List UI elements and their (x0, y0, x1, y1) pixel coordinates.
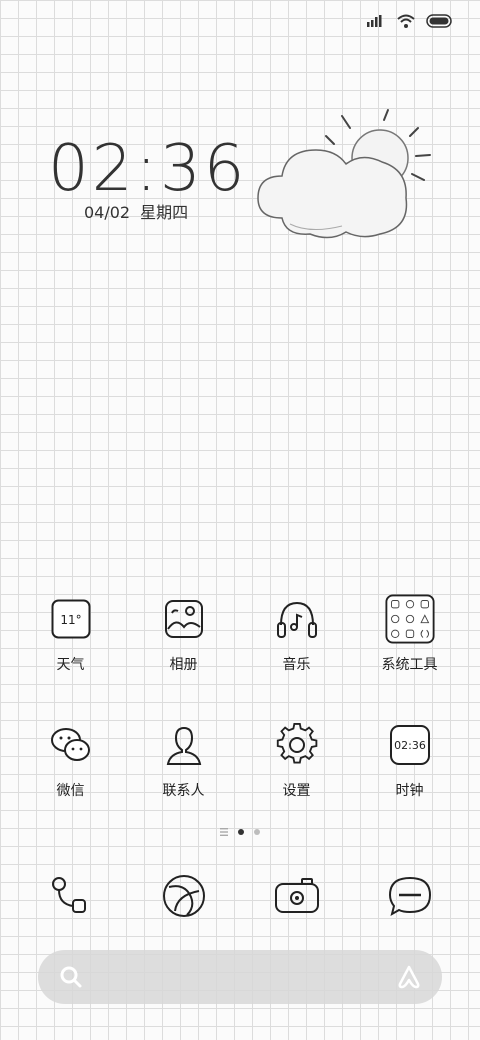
browser-icon (156, 868, 212, 924)
app-label: 微信 (56, 783, 85, 799)
app-wechat[interactable]: 微信 (14, 720, 127, 800)
app-label: 音乐 (282, 657, 311, 673)
signal-icon (367, 15, 382, 27)
app-label: 相册 (169, 657, 198, 673)
assistant-icon[interactable] (396, 964, 422, 990)
folder-grid-icon (384, 594, 435, 644)
app-contacts[interactable]: 联系人 (127, 720, 240, 800)
search-bar[interactable] (38, 950, 442, 1004)
clock-icon-time: 02:36 (394, 739, 426, 752)
search-icon[interactable] (58, 964, 84, 990)
page-dot-active[interactable] (238, 829, 244, 835)
page-indicator[interactable] (0, 828, 480, 836)
headphones-icon (272, 594, 322, 644)
gallery-icon (159, 594, 209, 644)
clock-icon: 02:36 (385, 720, 435, 770)
weekday-text: 星期四 (140, 203, 189, 222)
weather-icon: 11° (46, 594, 96, 644)
message-icon (382, 868, 438, 924)
app-label: 设置 (282, 783, 311, 799)
app-system-tools[interactable]: 系统工具 (353, 594, 466, 674)
app-weather[interactable]: 11° 天气 (14, 594, 127, 674)
date-line[interactable]: 04/02 星期四 (84, 199, 188, 223)
menu-lines-icon (220, 828, 228, 836)
dock (14, 868, 466, 924)
phone-icon (43, 868, 99, 924)
dock-browser[interactable] (127, 868, 240, 924)
date-text: 04/02 (84, 203, 131, 222)
app-label: 系统工具 (381, 657, 438, 673)
weather-temp: 11° (60, 613, 81, 627)
weather-widget[interactable] (250, 106, 440, 250)
contacts-icon (159, 720, 209, 770)
dock-camera[interactable] (240, 868, 353, 924)
dock-phone[interactable] (14, 868, 127, 924)
app-label: 天气 (56, 657, 85, 673)
app-grid-row2: 微信 联系人 设置 02:36 时钟 (14, 720, 466, 800)
app-clock[interactable]: 02:36 时钟 (353, 720, 466, 800)
status-bar (366, 10, 454, 32)
clock-time[interactable]: 02:36 (48, 132, 247, 206)
dock-message[interactable] (353, 868, 466, 924)
app-gallery[interactable]: 相册 (127, 594, 240, 674)
camera-icon (269, 868, 325, 924)
partly-cloudy-icon (257, 109, 431, 239)
app-label: 时钟 (395, 783, 424, 799)
app-label: 联系人 (162, 783, 205, 799)
wifi-icon (397, 14, 415, 28)
app-grid-row1: 11° 天气 相册 音乐 系统工具 (14, 594, 466, 674)
app-music[interactable]: 音乐 (240, 594, 353, 674)
wechat-icon (46, 720, 96, 770)
battery-icon (426, 14, 452, 28)
app-settings[interactable]: 设置 (240, 720, 353, 800)
page-dot[interactable] (254, 829, 260, 835)
gear-icon (272, 720, 322, 770)
